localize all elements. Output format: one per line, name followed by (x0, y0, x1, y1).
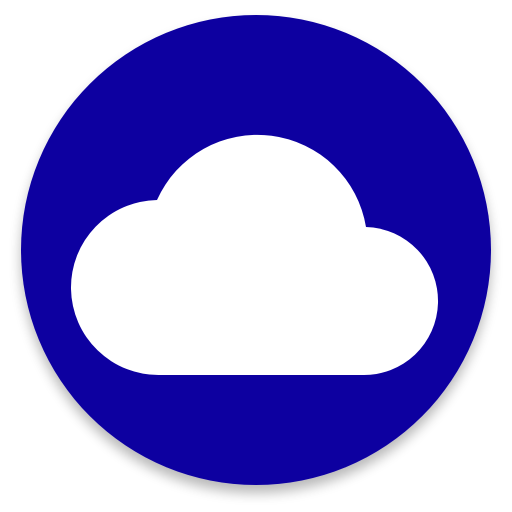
cloud-app-icon[interactable] (0, 0, 512, 512)
app-icon-stage (0, 0, 512, 512)
